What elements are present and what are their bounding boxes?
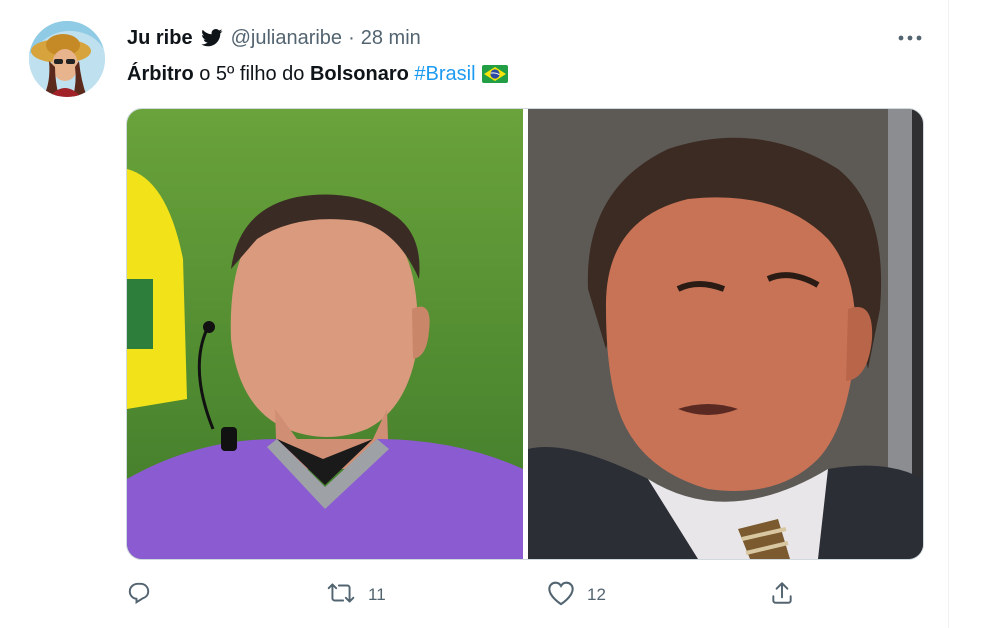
user-handle[interactable]: @julianaribe xyxy=(231,27,342,50)
hashtag-link[interactable]: #Brasil xyxy=(414,63,475,86)
tweet-text-plain-1: o 5º filho do xyxy=(193,62,310,85)
like-button[interactable]: 12 xyxy=(547,578,606,612)
timestamp[interactable]: 28 min xyxy=(361,27,421,50)
reply-icon xyxy=(126,580,152,611)
media-image-referee[interactable] xyxy=(127,109,523,559)
retweet-button[interactable]: 11 xyxy=(326,578,386,612)
heart-icon xyxy=(547,580,575,611)
separator-dot: · xyxy=(348,26,355,49)
reply-button[interactable] xyxy=(126,578,164,612)
more-dots-icon[interactable] xyxy=(893,26,927,50)
share-icon xyxy=(769,580,795,611)
brazil-flag-icon xyxy=(481,65,508,83)
tweet-text-bold-2: Bolsonaro xyxy=(309,62,409,85)
timeline-border xyxy=(948,0,949,628)
retweet-count: 11 xyxy=(368,585,386,604)
tweet-text: Árbitro o 5º filho do Bolsonaro #Brasil xyxy=(127,60,508,88)
media-image-politician[interactable] xyxy=(528,109,923,559)
retweet-icon xyxy=(326,580,356,611)
tweet-actions: 11 12 xyxy=(0,578,948,612)
tweet-header: Ju ribe @julianaribe · 28 min xyxy=(127,24,421,52)
twitter-bird-icon xyxy=(200,29,223,47)
tweet-media[interactable] xyxy=(126,108,924,560)
display-name[interactable]: Ju ribe xyxy=(127,27,193,50)
tweet-text-bold-1: Árbitro xyxy=(127,62,194,85)
like-count: 12 xyxy=(587,585,606,604)
avatar[interactable] xyxy=(29,21,105,97)
tweet[interactable]: Ju ribe @julianaribe · 28 min Árbitro o … xyxy=(0,0,948,628)
share-button[interactable] xyxy=(769,578,795,612)
